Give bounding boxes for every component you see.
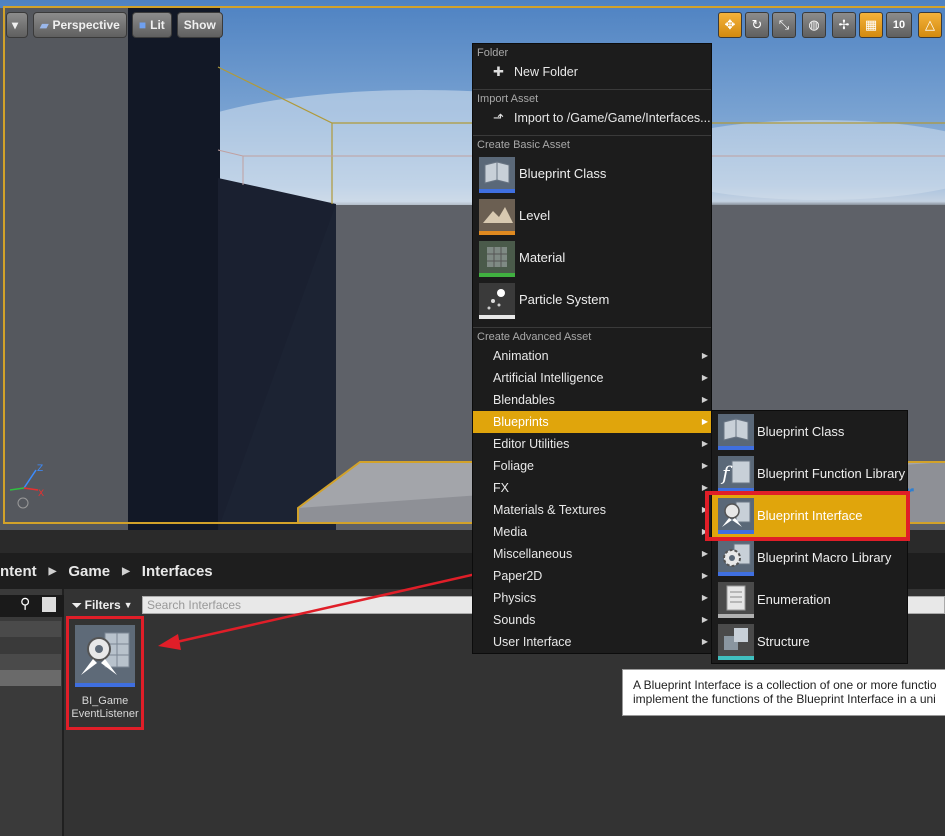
tooltip: A Blueprint Interface is a collection of… xyxy=(622,669,945,716)
structure-icon xyxy=(718,624,754,660)
tooltip-line-1: A Blueprint Interface is a collection of… xyxy=(633,678,937,692)
chevron-right-icon: ▶ xyxy=(701,417,708,426)
svg-text:f: f xyxy=(720,461,733,485)
chevron-right-icon: ▶ xyxy=(701,351,708,360)
chevron-right-icon: ▶ xyxy=(701,461,708,470)
new-folder-label: New Folder xyxy=(514,65,578,79)
menu-item-editor-utilities[interactable]: Editor Utilities ▶ xyxy=(473,433,711,455)
submenu-item-enumeration[interactable]: Enumeration xyxy=(712,579,907,621)
particle-system-label: Particle System xyxy=(519,292,610,307)
function-library-icon: f xyxy=(718,456,754,492)
chevron-right-icon: ▶ xyxy=(701,395,708,404)
chevron-right-icon: ▶ xyxy=(701,373,708,382)
sounds-label: Sounds xyxy=(493,613,536,627)
material-label: Material xyxy=(519,250,566,265)
animation-label: Animation xyxy=(493,349,549,363)
tooltip-line-2: implement the functions of the Blueprint… xyxy=(633,692,936,706)
submenu-item-macro-library[interactable]: Blueprint Macro Library xyxy=(712,537,907,579)
foliage-label: Foliage xyxy=(493,459,534,473)
media-label: Media xyxy=(493,525,528,539)
import-label: Import to /Game/Game/Interfaces... xyxy=(514,111,711,125)
menu-item-miscellaneous[interactable]: Miscellaneous ▶ xyxy=(473,543,711,565)
blueprints-label: Blueprints xyxy=(493,415,549,429)
menu-item-sounds[interactable]: Sounds ▶ xyxy=(473,609,711,631)
chevron-right-icon: ▶ xyxy=(701,593,708,602)
submenu-item-blueprint-class[interactable]: Blueprint Class xyxy=(712,411,907,453)
section-advanced-asset: Create Advanced Asset xyxy=(473,327,711,347)
annotation-highlight-box xyxy=(705,491,910,541)
physics-label: Physics xyxy=(493,591,537,605)
submenu-item-function-library[interactable]: f Blueprint Function Library xyxy=(712,453,907,495)
enumeration-label: Enumeration xyxy=(757,592,831,607)
menu-item-level[interactable]: Level xyxy=(473,197,711,239)
submenu-item-structure[interactable]: Structure xyxy=(712,621,907,663)
particle-system-icon xyxy=(479,283,515,319)
menu-item-media[interactable]: Media ▶ xyxy=(473,521,711,543)
chevron-right-icon: ▶ xyxy=(701,439,708,448)
menu-item-fx[interactable]: FX ▶ xyxy=(473,477,711,499)
chevron-right-icon: ▶ xyxy=(701,549,708,558)
section-basic-asset: Create Basic Asset xyxy=(473,135,711,155)
menu-item-paper2d[interactable]: Paper2D ▶ xyxy=(473,565,711,587)
materials-textures-label: Materials & Textures xyxy=(493,503,607,517)
sub-blueprint-class-label: Blueprint Class xyxy=(757,424,845,439)
menu-item-user-interface[interactable]: User Interface ▶ xyxy=(473,631,711,653)
level-icon xyxy=(479,199,515,235)
ai-label: Artificial Intelligence xyxy=(493,371,604,385)
chevron-right-icon: ▶ xyxy=(701,637,708,646)
menu-item-material[interactable]: Material xyxy=(473,239,711,281)
material-icon xyxy=(479,241,515,277)
menu-item-blueprint-class[interactable]: Blueprint Class xyxy=(473,155,711,197)
blueprint-class-label: Blueprint Class xyxy=(519,166,607,181)
enumeration-icon xyxy=(718,582,754,618)
chevron-right-icon: ▶ xyxy=(701,571,708,580)
function-library-label: Blueprint Function Library xyxy=(757,466,906,481)
blueprint-class-icon xyxy=(718,414,754,450)
section-import: Import Asset xyxy=(473,89,711,109)
miscellaneous-label: Miscellaneous xyxy=(493,547,573,561)
level-label: Level xyxy=(519,208,551,223)
structure-label: Structure xyxy=(757,634,810,649)
fx-label: FX xyxy=(493,481,509,495)
import-icon: ⬏ xyxy=(493,110,504,125)
new-folder-icon: ✚ xyxy=(493,64,504,79)
menu-item-materials-textures[interactable]: Materials & Textures ▶ xyxy=(473,499,711,521)
menu-item-artificial-intelligence[interactable]: Artificial Intelligence ▶ xyxy=(473,367,711,389)
blendables-label: Blendables xyxy=(493,393,555,407)
menu-item-import[interactable]: ⬏ Import to /Game/Game/Interfaces... xyxy=(473,107,711,129)
chevron-right-icon: ▶ xyxy=(701,615,708,624)
add-new-context-menu: Folder ✚ New Folder Import Asset ⬏ Impor… xyxy=(472,43,712,654)
macro-library-label: Blueprint Macro Library xyxy=(757,550,892,565)
blueprint-class-icon xyxy=(479,157,515,193)
editor-utilities-label: Editor Utilities xyxy=(493,437,570,451)
menu-item-animation[interactable]: Animation ▶ xyxy=(473,345,711,367)
menu-item-physics[interactable]: Physics ▶ xyxy=(473,587,711,609)
menu-item-blendables[interactable]: Blendables ▶ xyxy=(473,389,711,411)
menu-item-foliage[interactable]: Foliage ▶ xyxy=(473,455,711,477)
paper2d-label: Paper2D xyxy=(493,569,543,583)
user-interface-label: User Interface xyxy=(493,635,572,649)
menu-item-particle-system[interactable]: Particle System xyxy=(473,281,711,323)
menu-item-blueprints[interactable]: Blueprints ▶ xyxy=(473,411,711,433)
macro-library-icon xyxy=(718,540,754,576)
menu-item-new-folder[interactable]: ✚ New Folder xyxy=(473,61,711,83)
